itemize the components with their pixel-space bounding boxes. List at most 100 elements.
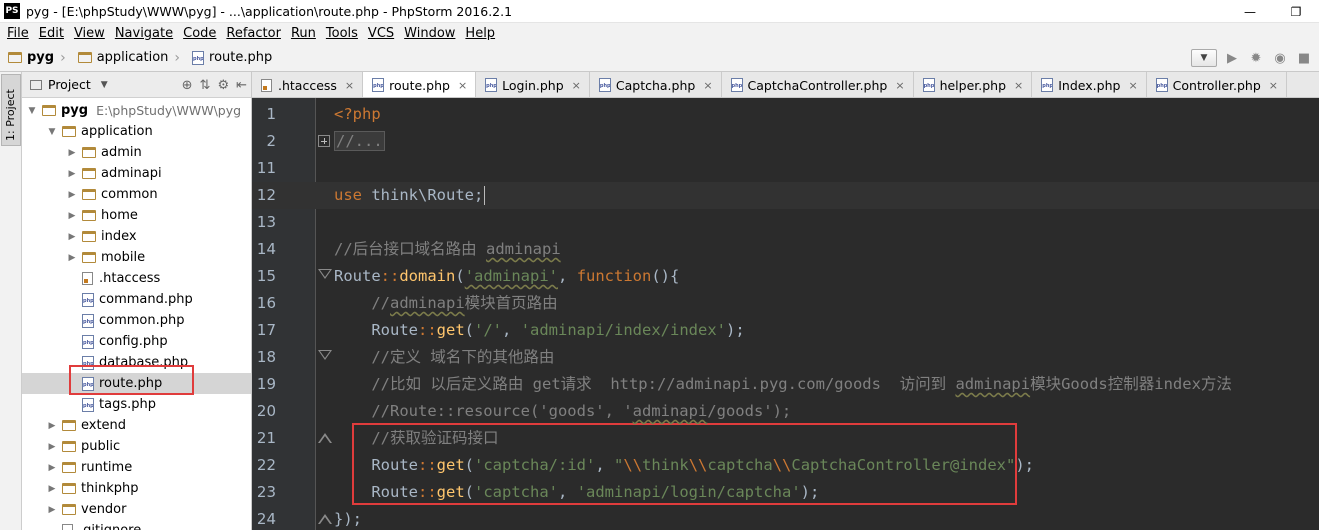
fold-marker-icon[interactable] bbox=[318, 512, 332, 526]
tree-file[interactable]: php tags.php bbox=[22, 394, 251, 415]
code-line[interactable]: 24}); bbox=[252, 506, 1319, 530]
tree-folder[interactable]: ▶ public bbox=[22, 436, 251, 457]
code-line[interactable]: 16 //adminapi模块首页路由 bbox=[252, 290, 1319, 317]
editor-tab[interactable]: php CaptchaController.php × bbox=[722, 72, 914, 97]
tree-item-label: pyg bbox=[61, 103, 89, 118]
code-token: domain bbox=[399, 267, 456, 285]
menu-refactor[interactable]: Refactor bbox=[221, 23, 286, 44]
close-tab-icon[interactable]: × bbox=[1014, 79, 1023, 92]
code-line[interactable]: 14 //后台接口域名路由 adminapi bbox=[252, 236, 1319, 263]
collapsed-arrow-icon[interactable]: ▶ bbox=[66, 232, 78, 242]
code-line[interactable]: 1 <?php bbox=[252, 101, 1319, 128]
menu-window[interactable]: Window bbox=[399, 23, 460, 44]
tree-folder[interactable]: ▶ adminapi bbox=[22, 163, 251, 184]
code-line[interactable]: 18 //定义 域名下的其他路由 bbox=[252, 344, 1319, 371]
expanded-arrow-icon[interactable]: ▼ bbox=[26, 106, 38, 116]
tree-folder[interactable]: ▼ application bbox=[22, 121, 251, 142]
menu-edit[interactable]: Edit bbox=[34, 23, 69, 44]
fold-marker-icon[interactable] bbox=[318, 431, 332, 445]
collapsed-arrow-icon[interactable]: ▶ bbox=[66, 190, 78, 200]
tree-folder[interactable]: ▶ runtime bbox=[22, 457, 251, 478]
stop-icon[interactable]: ■ bbox=[1295, 49, 1313, 67]
tree-folder[interactable]: ▶ vendor bbox=[22, 499, 251, 520]
tree-file[interactable]: .htaccess bbox=[22, 268, 251, 289]
run-configuration-dropdown[interactable]: ▼ bbox=[1191, 49, 1217, 67]
code-line[interactable]: 22 Route::get('captcha/:id', "\\think\\c… bbox=[252, 452, 1319, 479]
menu-file[interactable]: File bbox=[2, 23, 34, 44]
editor-tab[interactable]: php Index.php × bbox=[1032, 72, 1147, 97]
tree-file[interactable]: php common.php bbox=[22, 310, 251, 331]
code-line[interactable]: 2 //... bbox=[252, 128, 1319, 155]
code-line[interactable]: 12 use think\Route; bbox=[252, 182, 1319, 209]
editor-tab[interactable]: php Captcha.php × bbox=[590, 72, 722, 97]
tree-file[interactable]: php command.php bbox=[22, 289, 251, 310]
close-tab-icon[interactable]: × bbox=[572, 79, 581, 92]
tree-folder[interactable]: ▼ pyg E:\phpStudy\WWW\pyg bbox=[22, 100, 251, 121]
close-tab-icon[interactable]: × bbox=[458, 79, 467, 92]
collapsed-arrow-icon[interactable]: ▶ bbox=[46, 421, 58, 431]
menu-help[interactable]: Help bbox=[460, 23, 500, 44]
close-tab-icon[interactable]: × bbox=[703, 79, 712, 92]
collapsed-arrow-icon[interactable]: ▶ bbox=[66, 253, 78, 263]
scroll-from-source-icon[interactable]: ⊕ bbox=[182, 78, 193, 93]
menu-vcs[interactable]: VCS bbox=[363, 23, 399, 44]
menu-run[interactable]: Run bbox=[286, 23, 321, 44]
tree-folder[interactable]: ▶ index bbox=[22, 226, 251, 247]
menu-navigate[interactable]: Navigate bbox=[110, 23, 178, 44]
tree-file[interactable]: php config.php bbox=[22, 331, 251, 352]
breadcrumb-application[interactable]: application › bbox=[70, 44, 184, 72]
tree-folder[interactable]: ▶ mobile bbox=[22, 247, 251, 268]
editor-tab[interactable]: .htaccess × bbox=[252, 72, 364, 97]
code-line[interactable]: 17 Route::get('/', 'adminapi/index/index… bbox=[252, 317, 1319, 344]
code-line[interactable]: 23 Route::get('captcha', 'adminapi/login… bbox=[252, 479, 1319, 506]
coverage-icon[interactable]: ◉ bbox=[1271, 49, 1289, 67]
code-line[interactable]: 19 //比如 以后定义路由 get请求 http://adminapi.pyg… bbox=[252, 371, 1319, 398]
tree-folder[interactable]: ▶ home bbox=[22, 205, 251, 226]
fold-marker-icon[interactable] bbox=[318, 269, 332, 283]
gear-icon[interactable]: ⚙ bbox=[217, 78, 229, 93]
editor-tab[interactable]: php helper.php × bbox=[914, 72, 1033, 97]
code-line[interactable]: 20 //Route::resource('goods', 'adminapi/… bbox=[252, 398, 1319, 425]
php-file-icon: php bbox=[922, 78, 935, 92]
fold-marker-icon[interactable] bbox=[318, 135, 330, 147]
collapsed-arrow-icon[interactable]: ▶ bbox=[66, 169, 78, 179]
run-icon[interactable]: ▶ bbox=[1223, 49, 1241, 67]
code-line[interactable]: 15 Route::domain('adminapi', function(){ bbox=[252, 263, 1319, 290]
editor-tab[interactable]: php Login.php × bbox=[476, 72, 590, 97]
collapsed-arrow-icon[interactable]: ▶ bbox=[46, 463, 58, 473]
tree-folder[interactable]: ▶ extend bbox=[22, 415, 251, 436]
menu-code[interactable]: Code bbox=[178, 23, 221, 44]
collapsed-arrow-icon[interactable]: ▶ bbox=[46, 442, 58, 452]
menu-tools[interactable]: Tools bbox=[321, 23, 363, 44]
editor-tab[interactable]: php Controller.php × bbox=[1147, 72, 1287, 97]
close-tab-icon[interactable]: × bbox=[345, 79, 354, 92]
tree-file[interactable]: .gitignore bbox=[22, 520, 251, 530]
collapsed-arrow-icon[interactable]: ▶ bbox=[46, 505, 58, 515]
expanded-arrow-icon[interactable]: ▼ bbox=[46, 127, 58, 137]
breadcrumb-file[interactable]: php route.php bbox=[184, 44, 276, 72]
code-line[interactable]: 11 bbox=[252, 155, 1319, 182]
debug-icon[interactable]: ✹ bbox=[1247, 49, 1265, 67]
restore-icon[interactable]: ❐ bbox=[1273, 0, 1319, 23]
fold-marker-icon[interactable] bbox=[318, 350, 332, 364]
code-line[interactable]: 21 //获取验证码接口 bbox=[252, 425, 1319, 452]
close-tab-icon[interactable]: × bbox=[1128, 79, 1137, 92]
project-tool-tab[interactable]: 1: Project bbox=[1, 74, 21, 146]
tree-folder[interactable]: ▶ thinkphp bbox=[22, 478, 251, 499]
editor-tab[interactable]: php route.php × bbox=[363, 72, 477, 97]
tree-folder[interactable]: ▶ admin bbox=[22, 142, 251, 163]
collapsed-arrow-icon[interactable]: ▶ bbox=[66, 148, 78, 158]
tree-folder[interactable]: ▶ common bbox=[22, 184, 251, 205]
close-tab-icon[interactable]: × bbox=[895, 79, 904, 92]
project-view-selector[interactable]: Project ▼ bbox=[22, 77, 130, 92]
collapsed-arrow-icon[interactable]: ▶ bbox=[66, 211, 78, 221]
hide-panel-icon[interactable]: ⇤ bbox=[236, 78, 247, 93]
close-tab-icon[interactable]: × bbox=[1269, 79, 1278, 92]
code-editor[interactable]: 1 <?php 2 //... 11 12 use think\Route; 13 14 //后台… bbox=[252, 98, 1319, 530]
collapsed-arrow-icon[interactable]: ▶ bbox=[46, 484, 58, 494]
minimize-icon[interactable]: — bbox=[1227, 0, 1273, 23]
collapse-all-icon[interactable]: ⇅ bbox=[200, 78, 211, 93]
breadcrumb-project[interactable]: pyg › bbox=[0, 44, 70, 72]
code-line[interactable]: 13 bbox=[252, 209, 1319, 236]
menu-view[interactable]: View bbox=[69, 23, 110, 44]
